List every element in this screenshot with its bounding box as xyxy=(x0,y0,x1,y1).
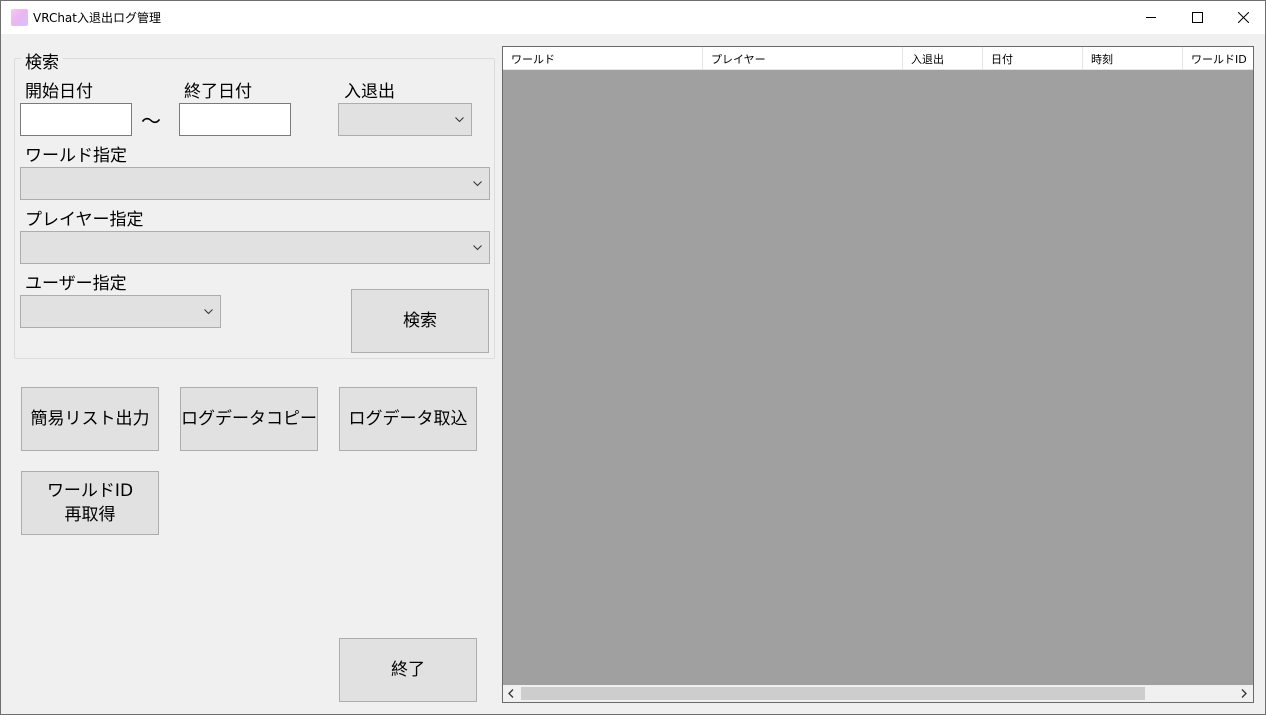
chevron-left-icon xyxy=(508,689,514,698)
scroll-thumb[interactable] xyxy=(521,687,1145,700)
log-copy-button[interactable]: ログデータコピー xyxy=(180,387,318,451)
chevron-down-icon xyxy=(455,117,464,123)
column-header-player[interactable]: プレイヤー xyxy=(703,47,903,70)
close-button[interactable] xyxy=(1220,1,1265,34)
close-icon xyxy=(1238,12,1249,23)
app-icon xyxy=(11,9,28,26)
end-date-input[interactable] xyxy=(179,103,291,136)
minimize-icon xyxy=(1146,17,1156,18)
window-title: VRChat入退出ログ管理 xyxy=(33,11,161,25)
user-label: ユーザー指定 xyxy=(25,274,127,294)
player-label: プレイヤー指定 xyxy=(25,210,144,230)
maximize-button[interactable] xyxy=(1174,1,1220,34)
date-range-separator: 〜 xyxy=(141,109,161,133)
grid-header: ワールド プレイヤー 入退出 日付 時刻 ワールドID xyxy=(503,47,1253,70)
inout-label: 入退出 xyxy=(344,82,395,102)
end-date-label: 終了日付 xyxy=(184,82,252,102)
scroll-right-button[interactable] xyxy=(1236,685,1253,702)
user-combobox[interactable] xyxy=(20,295,221,328)
column-header-world[interactable]: ワールド xyxy=(503,47,703,70)
log-import-button[interactable]: ログデータ取込 xyxy=(339,387,477,451)
world-label: ワールド指定 xyxy=(25,146,127,166)
world-combobox[interactable] xyxy=(20,167,490,200)
world-id-refetch-line1: ワールドID xyxy=(46,481,134,501)
start-date-input[interactable] xyxy=(20,103,132,136)
chevron-right-icon xyxy=(1241,689,1247,698)
column-header-world-id[interactable]: ワールドID xyxy=(1183,47,1253,70)
world-id-refetch-line2: 再取得 xyxy=(64,505,116,525)
chevron-down-icon xyxy=(473,245,482,251)
column-header-inout[interactable]: 入退出 xyxy=(903,47,983,70)
inout-combobox[interactable] xyxy=(338,103,472,136)
chevron-down-icon xyxy=(204,309,213,315)
main-window: VRChat入退出ログ管理 検索 開始日付 〜 終了日付 入退出 ワールド指定 … xyxy=(0,0,1266,715)
maximize-icon xyxy=(1192,12,1203,23)
world-id-refetch-button[interactable]: ワールドID 再取得 xyxy=(21,471,159,535)
exit-button[interactable]: 終了 xyxy=(339,638,477,702)
search-button[interactable]: 検索 xyxy=(351,289,489,353)
simple-list-button[interactable]: 簡易リスト出力 xyxy=(21,387,159,451)
log-data-grid[interactable]: ワールド プレイヤー 入退出 日付 時刻 ワールドID xyxy=(502,46,1254,703)
column-header-date[interactable]: 日付 xyxy=(983,47,1083,70)
scroll-left-button[interactable] xyxy=(503,685,520,702)
chevron-down-icon xyxy=(473,181,482,187)
title-bar[interactable]: VRChat入退出ログ管理 xyxy=(1,1,1265,34)
minimize-button[interactable] xyxy=(1128,1,1174,34)
start-date-label: 開始日付 xyxy=(25,82,93,102)
player-combobox[interactable] xyxy=(20,231,490,264)
horizontal-scrollbar[interactable] xyxy=(503,685,1253,702)
search-group-title: 検索 xyxy=(21,48,63,73)
column-header-time[interactable]: 時刻 xyxy=(1083,47,1183,70)
